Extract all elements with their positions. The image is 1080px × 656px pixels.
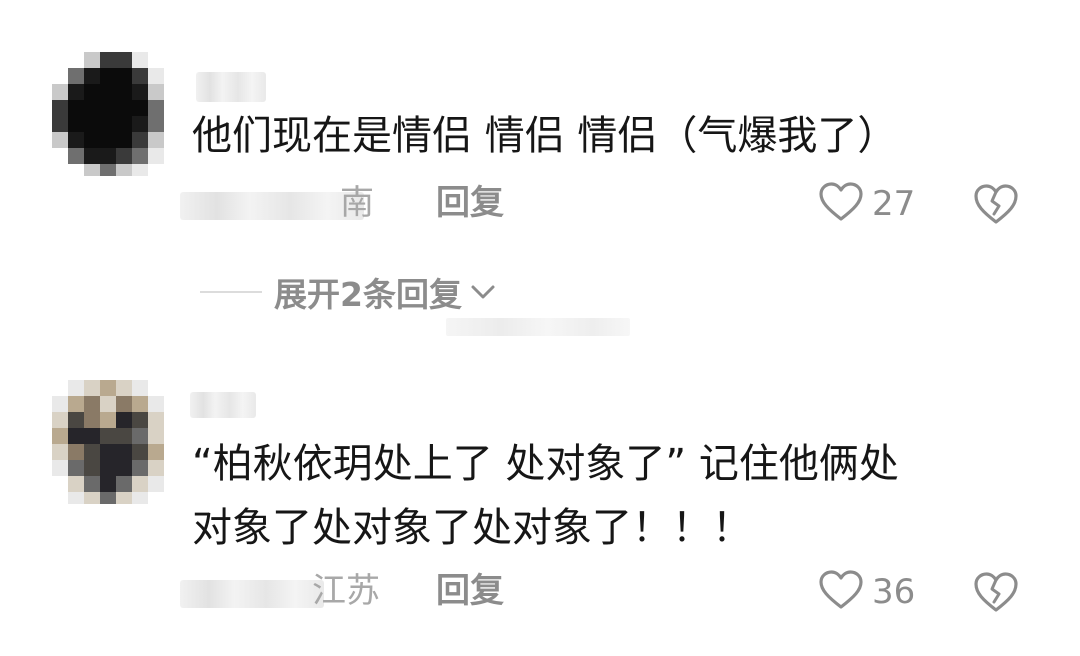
reply-button[interactable]: 回复 — [436, 566, 504, 616]
date-redacted — [180, 192, 364, 220]
comment-text: “柏秋依玥处上了 处对象了” 记住他俩处 对象了处对象了处对象了！！！ — [192, 441, 899, 551]
divider — [200, 291, 262, 293]
location-text: 南 — [340, 183, 374, 223]
username-redacted[interactable] — [190, 392, 256, 418]
like-count: 36 — [872, 572, 916, 612]
avatar[interactable] — [52, 380, 164, 504]
comment-text: 他们现在是情侣 情侣 情侣（气爆我了） — [192, 113, 898, 159]
date-redacted — [180, 580, 324, 608]
redacted-strip — [446, 318, 630, 336]
chevron-down-icon — [471, 285, 495, 299]
broken-heart-icon[interactable] — [972, 570, 1020, 614]
like-button[interactable]: 36 — [818, 570, 915, 614]
like-count: 27 — [872, 184, 916, 224]
heart-outline-icon — [818, 569, 864, 615]
comment-item: “柏秋依玥处上了 处对象了” 记住他俩处 对象了处对象了处对象了！！！ 江苏 回… — [0, 370, 1080, 656]
location-text: 江苏 — [312, 571, 380, 611]
expand-replies-button[interactable]: 展开2条回复 — [200, 268, 496, 316]
broken-heart-icon[interactable] — [972, 182, 1020, 226]
comment-item: 他们现在是情侣 情侣 情侣（气爆我了） 南 回复 27 展开2条回复 — [0, 0, 1080, 370]
heart-outline-icon — [818, 181, 864, 227]
avatar[interactable] — [52, 52, 164, 176]
comment-meta: 江苏 回复 36 — [0, 566, 1080, 616]
username-redacted[interactable] — [196, 72, 266, 102]
comment-meta: 南 回复 27 — [0, 178, 1080, 228]
reply-button[interactable]: 回复 — [436, 178, 504, 228]
like-button[interactable]: 27 — [818, 182, 915, 226]
